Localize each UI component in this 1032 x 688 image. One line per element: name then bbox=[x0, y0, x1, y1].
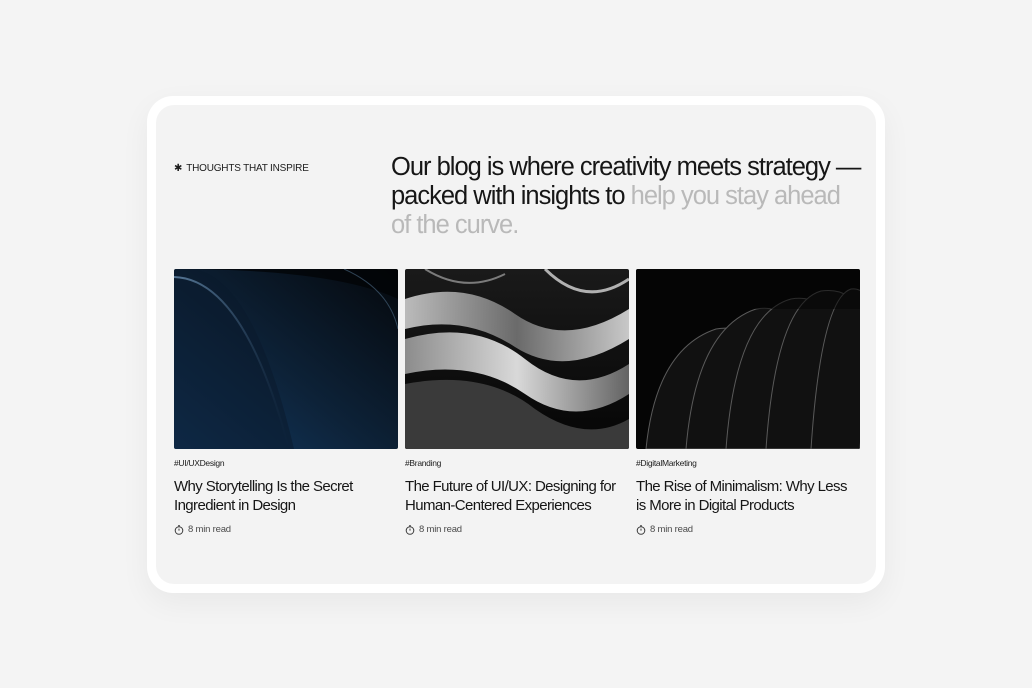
blog-thumbnail-image[interactable] bbox=[636, 269, 860, 449]
read-time: 8 min read bbox=[405, 524, 629, 535]
blog-tag[interactable]: #UI/UXDesign bbox=[174, 457, 398, 469]
blog-card-list: #UI/UXDesign Why Storytelling Is the Sec… bbox=[174, 269, 860, 535]
section-eyebrow: ✱ THOUGHTS THAT INSPIRE bbox=[174, 163, 309, 174]
device-frame: ✱ THOUGHTS THAT INSPIRE Our blog is wher… bbox=[147, 96, 885, 593]
blog-card[interactable]: #DigitalMarketing The Rise of Minimalism… bbox=[636, 269, 860, 535]
read-time: 8 min read bbox=[174, 524, 398, 535]
blog-title[interactable]: The Future of UI/UX: Designing for Human… bbox=[405, 477, 629, 515]
read-time: 8 min read bbox=[636, 524, 860, 535]
blog-title[interactable]: The Rise of Minimalism: Why Less is More… bbox=[636, 477, 860, 515]
read-time-label: 8 min read bbox=[188, 524, 231, 535]
blog-thumbnail-image[interactable] bbox=[174, 269, 398, 449]
blog-tag[interactable]: #Branding bbox=[405, 457, 629, 469]
clock-icon bbox=[405, 524, 415, 535]
read-time-label: 8 min read bbox=[650, 524, 693, 535]
clock-icon bbox=[174, 524, 184, 535]
asterisk-icon: ✱ bbox=[174, 162, 183, 174]
section-headline: Our blog is where creativity meets strat… bbox=[391, 153, 861, 240]
blog-tag[interactable]: #DigitalMarketing bbox=[636, 457, 860, 469]
blog-title[interactable]: Why Storytelling Is the Secret Ingredien… bbox=[174, 477, 398, 515]
blog-thumbnail-image[interactable] bbox=[405, 269, 629, 449]
read-time-label: 8 min read bbox=[419, 524, 462, 535]
blog-card[interactable]: #Branding The Future of UI/UX: Designing… bbox=[405, 269, 629, 535]
blog-section: ✱ THOUGHTS THAT INSPIRE Our blog is wher… bbox=[156, 105, 876, 584]
blog-card[interactable]: #UI/UXDesign Why Storytelling Is the Sec… bbox=[174, 269, 398, 535]
eyebrow-label: THOUGHTS THAT INSPIRE bbox=[186, 163, 309, 174]
clock-icon bbox=[636, 524, 646, 535]
